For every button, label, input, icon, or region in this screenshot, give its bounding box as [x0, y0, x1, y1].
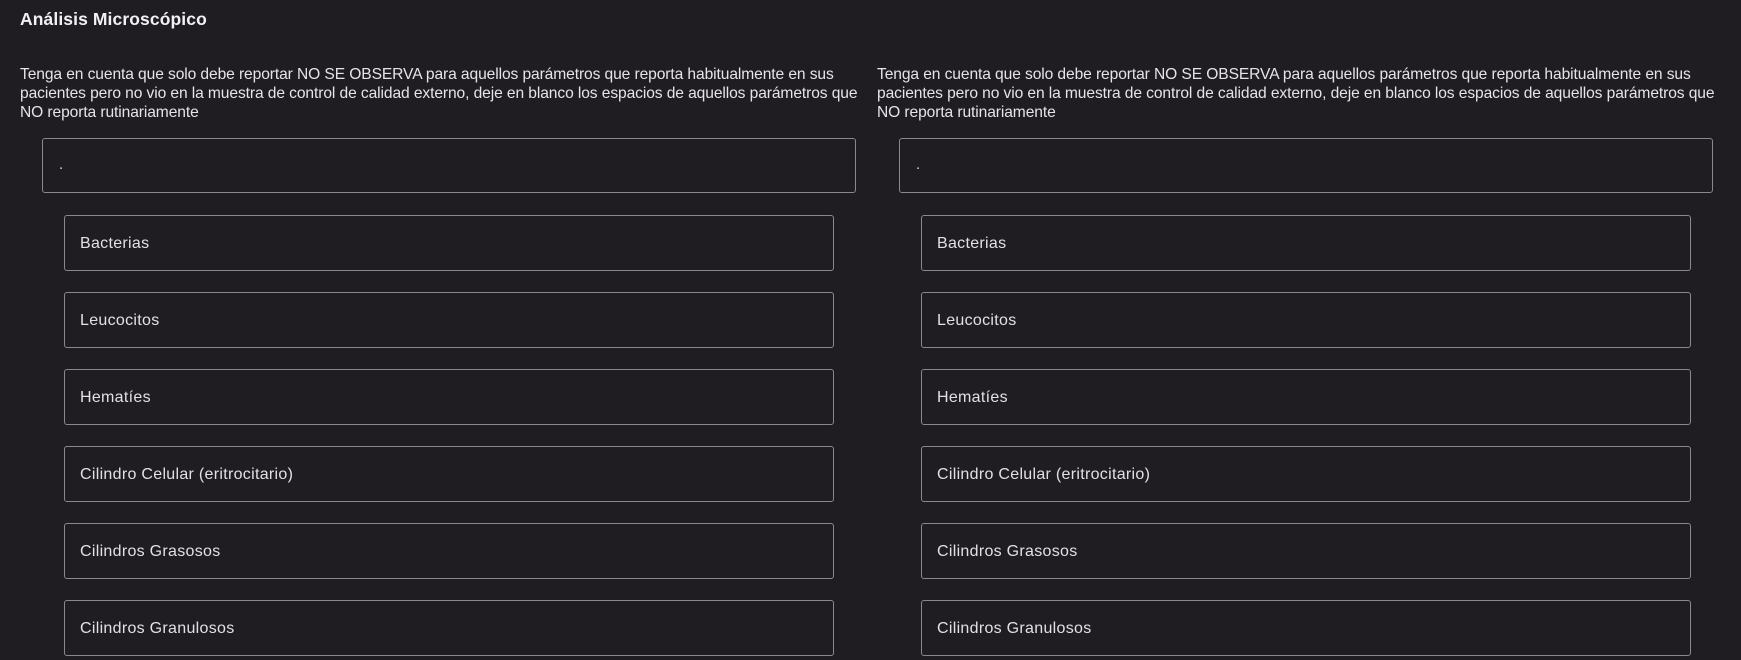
- instructions-note: Tenga en cuenta que solo debe reportar N…: [877, 66, 1715, 121]
- param-label: Leucocitos: [937, 312, 1017, 329]
- sample-header-field[interactable]: .: [899, 138, 1713, 193]
- param-field-cilindros-granulosos[interactable]: Cilindros Granulosos: [921, 600, 1691, 656]
- parameter-list: Bacterias Leucocitos Hematíes Cilindro C…: [64, 215, 834, 660]
- page-title: Análisis Microscópico: [20, 9, 207, 29]
- param-label: Hematíes: [937, 389, 1008, 406]
- sample-column-2: Tenga en cuenta que solo debe reportar N…: [877, 65, 1737, 656]
- parameter-list: Bacterias Leucocitos Hematíes Cilindro C…: [921, 215, 1691, 660]
- param-label: Bacterias: [937, 235, 1007, 252]
- param-label: Bacterias: [80, 235, 150, 252]
- param-label: Cilindro Celular (eritrocitario): [80, 466, 294, 483]
- param-label: Cilindro Celular (eritrocitario): [937, 466, 1151, 483]
- param-field-cilindro-celular[interactable]: Cilindro Celular (eritrocitario): [921, 446, 1691, 502]
- param-field-cilindro-celular[interactable]: Cilindro Celular (eritrocitario): [64, 446, 834, 502]
- param-label: Hematíes: [80, 389, 151, 406]
- sample-column-1: Tenga en cuenta que solo debe reportar N…: [20, 65, 880, 656]
- param-field-cilindros-grasosos[interactable]: Cilindros Grasosos: [64, 523, 834, 579]
- param-label: Cilindros Granulosos: [80, 620, 235, 637]
- param-label: Cilindros Grasosos: [937, 543, 1078, 560]
- param-field-leucocitos[interactable]: Leucocitos: [64, 292, 834, 348]
- param-field-cilindros-grasosos[interactable]: Cilindros Grasosos: [921, 523, 1691, 579]
- instructions-note: Tenga en cuenta que solo debe reportar N…: [20, 66, 858, 121]
- param-label: Leucocitos: [80, 312, 160, 329]
- param-label: Cilindros Granulosos: [937, 620, 1092, 637]
- param-field-cilindros-granulosos[interactable]: Cilindros Granulosos: [64, 600, 834, 656]
- param-field-leucocitos[interactable]: Leucocitos: [921, 292, 1691, 348]
- sample-header-field[interactable]: .: [42, 138, 856, 193]
- param-field-bacterias[interactable]: Bacterias: [921, 215, 1691, 271]
- param-field-hematies[interactable]: Hematíes: [921, 369, 1691, 425]
- param-label: Cilindros Grasosos: [80, 543, 221, 560]
- sample-header-value: .: [916, 156, 921, 173]
- param-field-hematies[interactable]: Hematíes: [64, 369, 834, 425]
- sample-header-value: .: [59, 156, 64, 173]
- param-field-bacterias[interactable]: Bacterias: [64, 215, 834, 271]
